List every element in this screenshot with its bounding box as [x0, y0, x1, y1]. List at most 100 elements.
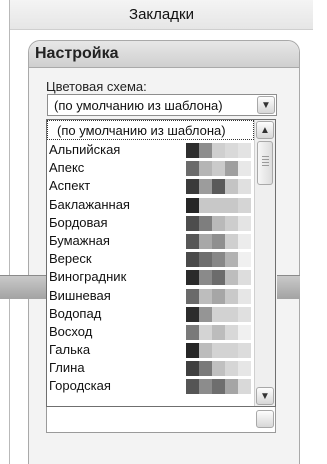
dropdown-option[interactable]: Галька	[47, 341, 255, 359]
dropdown-option-label: Глина	[49, 360, 85, 376]
color-scheme-label: Цветовая схема:	[46, 79, 147, 94]
dropdown-option[interactable]: Бордовая	[47, 214, 255, 232]
color-swatch	[186, 306, 199, 322]
dropdown-option[interactable]: Восход	[47, 323, 255, 341]
color-swatch	[238, 361, 251, 377]
color-swatch	[186, 361, 199, 377]
dropdown-option-label: Апекс	[49, 160, 85, 176]
bookmarks-title: Закладки	[129, 6, 194, 23]
color-swatch	[225, 270, 238, 286]
color-swatch	[186, 233, 199, 249]
color-swatch	[225, 215, 238, 231]
dropdown-option[interactable]: Городская	[47, 377, 255, 395]
dropdown-option-label: Альпийская	[49, 142, 121, 157]
color-swatch	[186, 252, 199, 268]
dropdown-option-label: Галька	[49, 342, 91, 358]
dropdown-option-label: Вишневая	[49, 287, 111, 303]
color-swatch	[186, 343, 199, 359]
color-scheme-select[interactable]: (по умолчанию из шаблона) ▼	[47, 94, 277, 116]
color-swatch	[225, 343, 238, 359]
color-swatch	[238, 143, 251, 158]
color-swatches	[186, 215, 251, 231]
color-swatch	[225, 161, 238, 177]
color-swatches	[186, 306, 251, 322]
color-swatch	[238, 306, 251, 322]
dropdown-option-label: Вереск	[49, 251, 92, 267]
color-swatch	[238, 233, 251, 249]
lower-select[interactable]	[46, 405, 276, 433]
color-swatch	[199, 215, 212, 231]
dropdown-option[interactable]: Альпийская	[47, 141, 255, 159]
dropdown-option-default[interactable]: (по умолчанию из шаблона)	[47, 120, 254, 140]
dropdown-option-label: Восход	[49, 323, 93, 339]
color-swatch	[238, 270, 251, 286]
color-swatch	[199, 179, 212, 195]
color-swatch	[225, 233, 238, 249]
color-swatch	[238, 379, 251, 395]
color-swatch	[225, 306, 238, 322]
color-swatch	[186, 143, 199, 158]
dropdown-option-label: Водопад	[49, 305, 102, 321]
color-swatch	[212, 252, 225, 268]
color-swatch	[238, 161, 251, 177]
color-swatch	[212, 361, 225, 377]
dropdown-scrollbar[interactable]: ▲ ▼	[254, 120, 275, 406]
color-swatch	[199, 252, 212, 268]
color-swatch	[199, 197, 212, 213]
dropdown-option[interactable]: Виноградник	[47, 268, 255, 286]
color-swatch	[212, 324, 225, 340]
color-swatch	[238, 324, 251, 340]
color-swatch	[225, 252, 238, 268]
color-swatch	[186, 270, 199, 286]
color-swatch	[212, 161, 225, 177]
color-swatch	[186, 197, 199, 213]
color-swatches	[186, 179, 251, 195]
color-swatches	[186, 361, 251, 377]
color-swatch	[212, 197, 225, 213]
scrollbar-thumb[interactable]	[257, 141, 273, 185]
color-swatches	[186, 161, 251, 177]
chevron-down-icon[interactable]: ▼	[256, 387, 274, 405]
color-swatches	[186, 324, 251, 340]
color-swatch	[238, 343, 251, 359]
color-swatch	[199, 143, 212, 158]
dropdown-option-label: Виноградник	[49, 269, 127, 285]
color-swatches	[186, 233, 251, 249]
dropdown-option[interactable]: Бумажная	[47, 232, 255, 250]
color-swatch	[238, 179, 251, 195]
chevron-up-icon[interactable]: ▲	[256, 121, 274, 139]
color-swatches	[186, 270, 251, 286]
dropdown-option[interactable]: Вереск	[47, 250, 255, 268]
color-swatch	[199, 270, 212, 286]
color-swatches	[186, 197, 251, 213]
color-swatch	[186, 215, 199, 231]
color-scheme-selected-value: (по умолчанию из шаблона)	[54, 98, 223, 113]
color-swatches	[186, 288, 251, 304]
color-swatch	[225, 361, 238, 377]
color-swatch	[225, 143, 238, 158]
color-swatch	[186, 179, 199, 195]
dropdown-option[interactable]: Аспект	[47, 177, 255, 195]
chevron-down-icon[interactable]	[256, 410, 274, 428]
dropdown-option[interactable]: Апекс	[47, 159, 255, 177]
color-swatch	[225, 324, 238, 340]
dropdown-options: Альпийская Апекс Аспект Баклажанная Бордовая…	[47, 141, 255, 396]
color-swatch	[199, 306, 212, 322]
section-divider-right	[277, 275, 300, 299]
color-swatches	[186, 252, 251, 268]
color-swatch	[199, 343, 212, 359]
color-swatch	[186, 379, 199, 395]
section-divider-left	[0, 275, 47, 299]
color-swatches	[186, 143, 251, 158]
dropdown-option[interactable]: Глина	[47, 359, 255, 377]
color-swatch	[199, 233, 212, 249]
color-swatch	[212, 288, 225, 304]
dropdown-option[interactable]: Водопад	[47, 305, 255, 323]
color-swatch	[238, 288, 251, 304]
chevron-down-icon[interactable]: ▼	[257, 96, 275, 114]
color-swatch	[199, 379, 212, 395]
color-swatch	[186, 288, 199, 304]
color-scheme-dropdown-list[interactable]: (по умолчанию из шаблона) Альпийская Апек…	[46, 119, 276, 407]
dropdown-option[interactable]: Баклажанная	[47, 196, 255, 214]
dropdown-option[interactable]: Вишневая	[47, 287, 255, 305]
